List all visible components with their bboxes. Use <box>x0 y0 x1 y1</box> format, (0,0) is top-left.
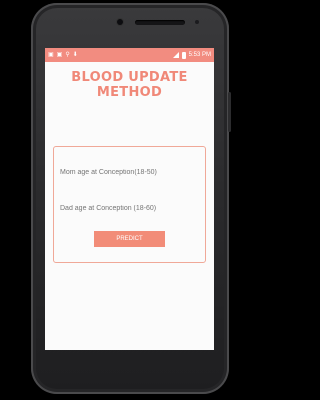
battery-icon <box>181 51 186 59</box>
status-bar: ▣ ▣ ⚲ ⬇ 5:53 PM <box>45 48 214 62</box>
usb-icon: ⚲ <box>65 52 70 58</box>
dad-age-input[interactable] <box>60 202 200 216</box>
proximity-sensor <box>195 20 199 24</box>
front-camera-icon <box>117 19 123 25</box>
download-icon: ⬇ <box>72 52 78 58</box>
input-card: PREDICT <box>53 146 206 263</box>
mom-age-input[interactable] <box>60 166 200 180</box>
status-time: 5:53 PM <box>188 52 211 58</box>
signal-icon <box>172 52 179 58</box>
notification-icon: ▣ <box>48 52 54 58</box>
app-screen: ▣ ▣ ⚲ ⬇ 5:53 PM BLOOD UPDATE METHOD PRED… <box>45 48 214 350</box>
notification-icon: ▣ <box>56 52 63 58</box>
speaker-grille <box>135 20 185 25</box>
predict-button[interactable]: PREDICT <box>94 231 165 247</box>
power-button <box>228 92 231 132</box>
app-title: BLOOD UPDATE METHOD <box>71 70 188 100</box>
phone-chin <box>45 350 214 384</box>
